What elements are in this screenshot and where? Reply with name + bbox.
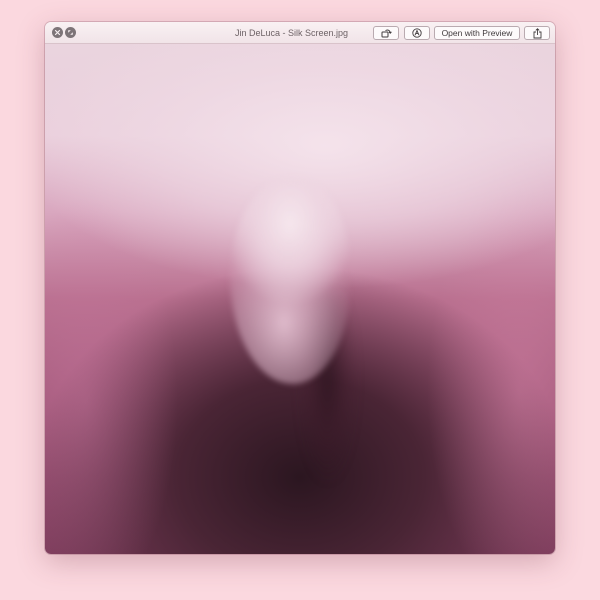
markup-button[interactable] — [404, 26, 430, 40]
share-button[interactable] — [524, 26, 550, 40]
preview-image — [45, 44, 555, 554]
open-with-preview-button[interactable]: Open with Preview — [434, 26, 520, 40]
quick-look-window: Jin DeLuca - Silk Screen.jpg Open with P… — [45, 22, 555, 554]
fullscreen-icon — [68, 30, 73, 35]
close-button[interactable] — [52, 27, 63, 38]
share-icon — [533, 27, 541, 38]
rotate-icon — [381, 29, 392, 38]
markup-icon — [412, 28, 422, 38]
fullscreen-button[interactable] — [65, 27, 76, 38]
rotate-button[interactable] — [373, 26, 399, 40]
window-title: Jin DeLuca - Silk Screen.jpg — [235, 28, 349, 38]
close-icon — [54, 29, 61, 36]
title-bar: Jin DeLuca - Silk Screen.jpg Open with P… — [45, 22, 555, 44]
image-highlight — [230, 179, 350, 384]
